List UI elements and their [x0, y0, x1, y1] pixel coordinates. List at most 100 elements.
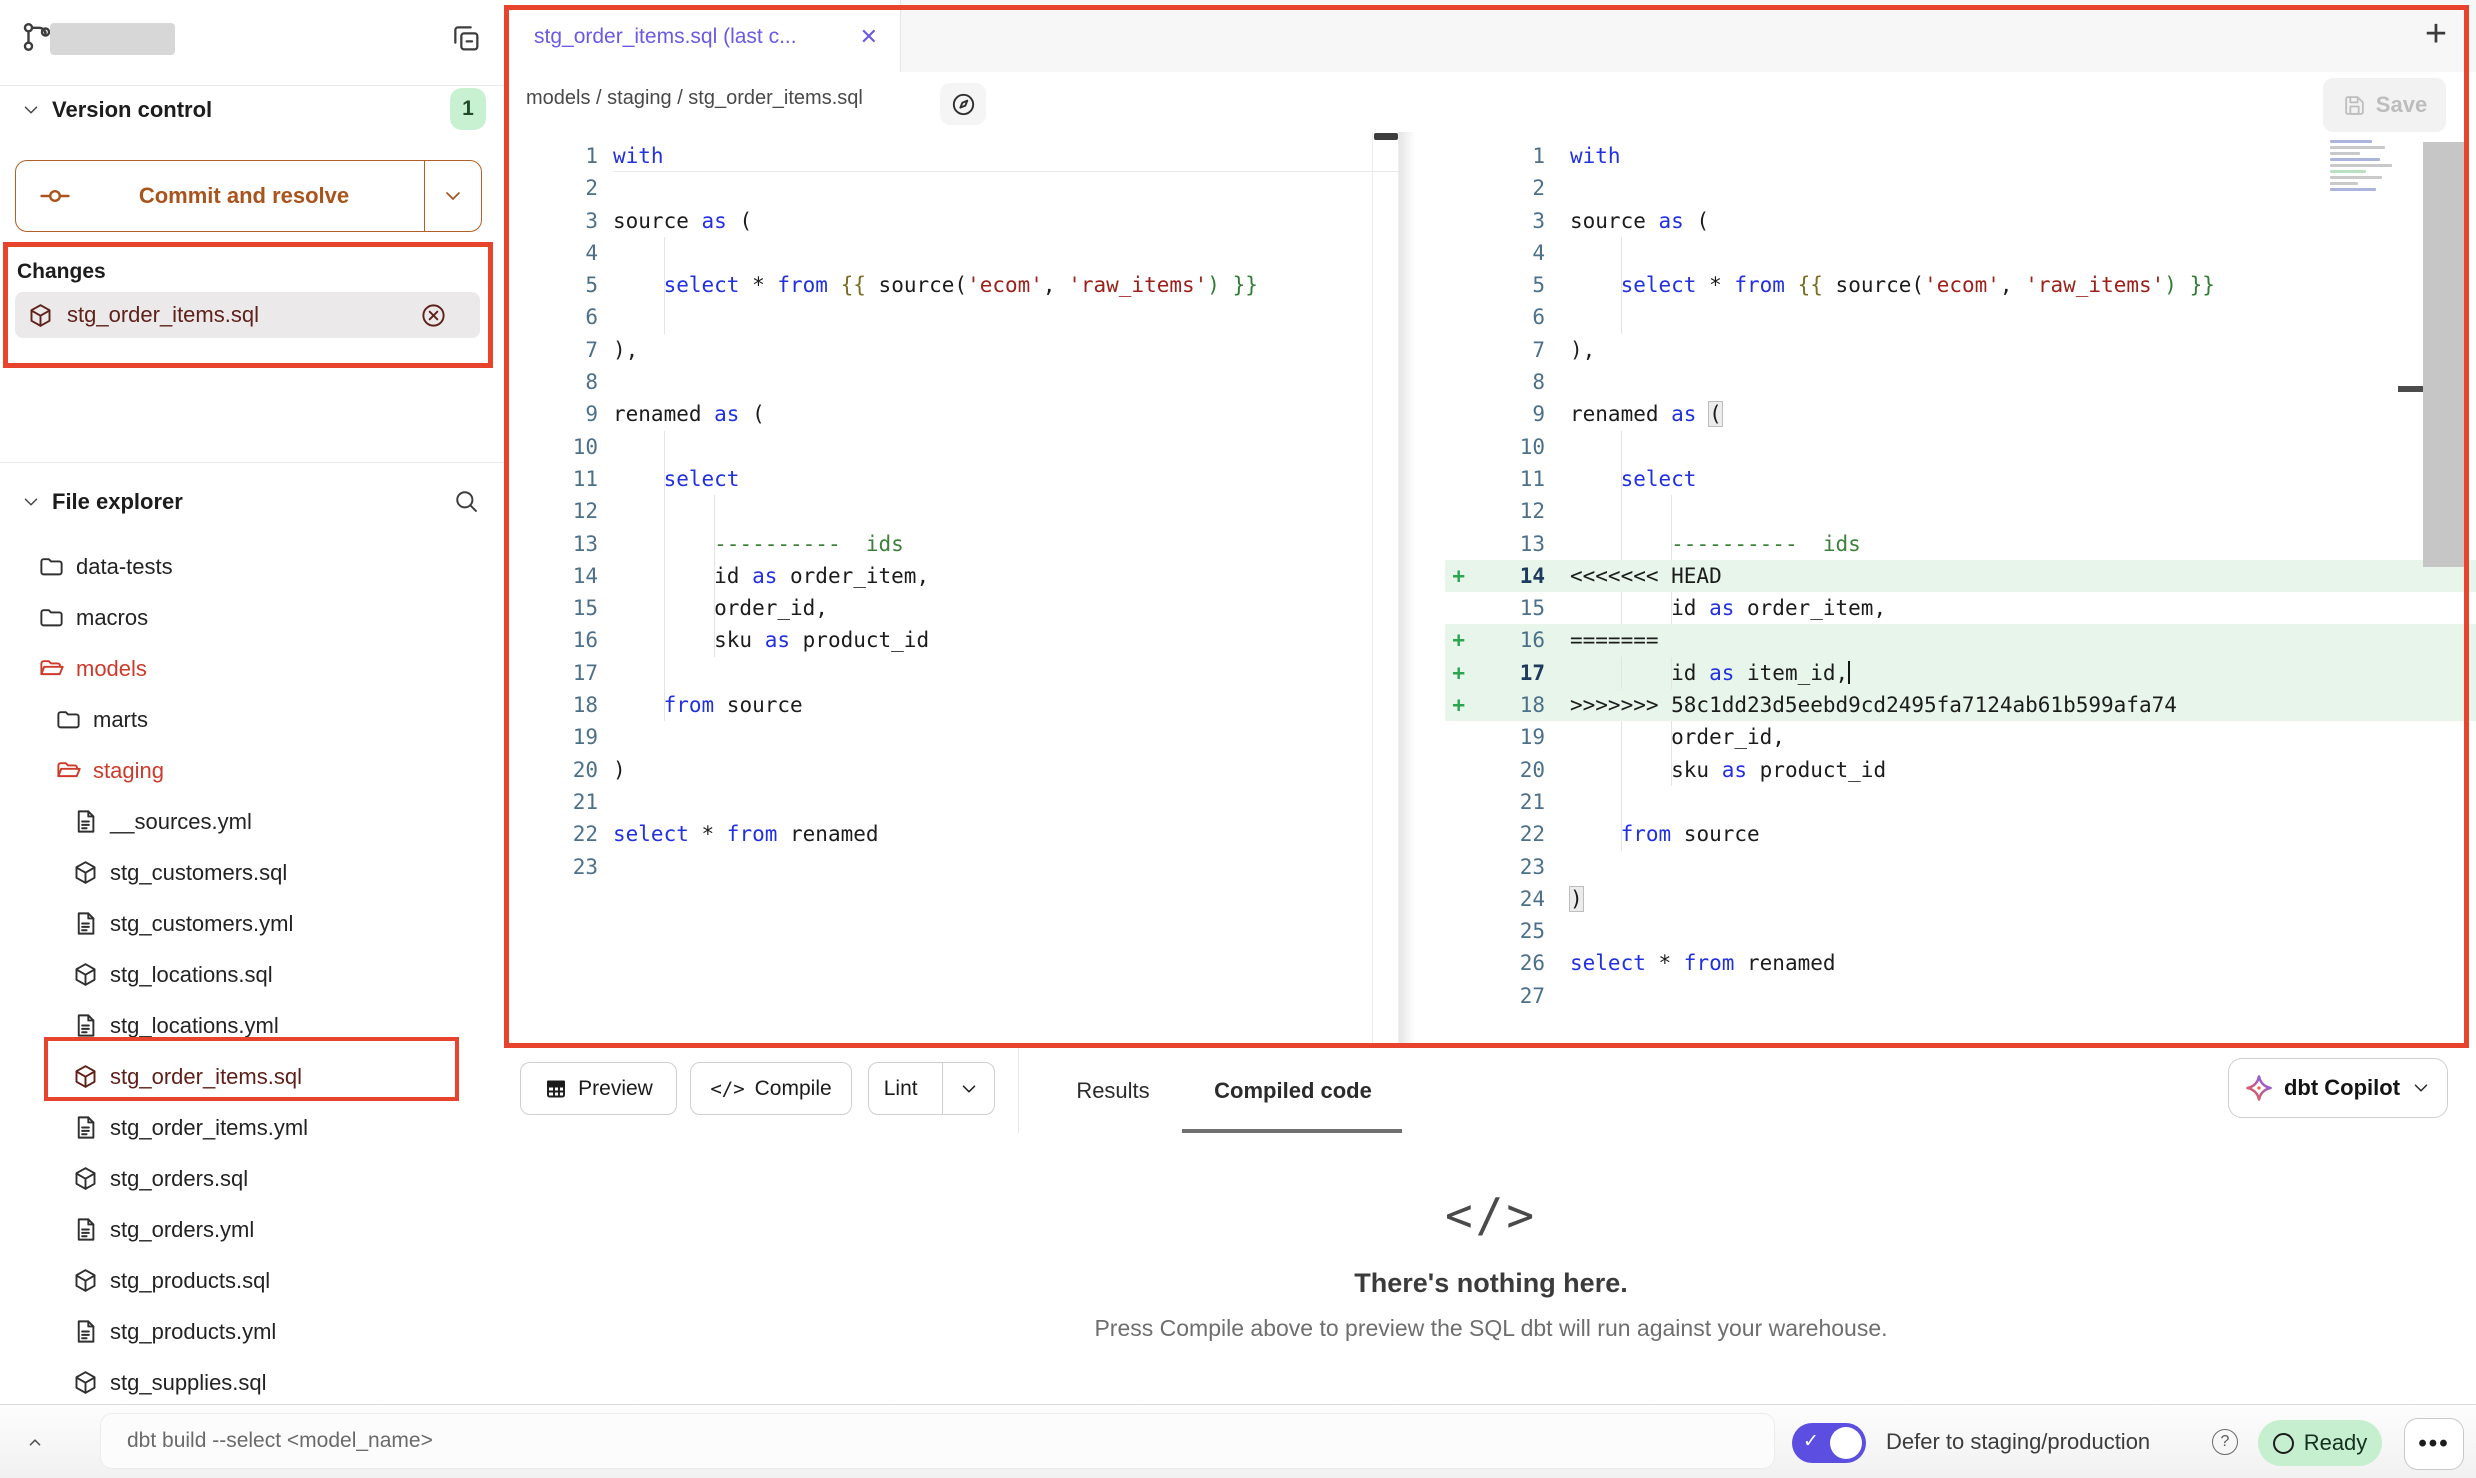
- scrollbar-thumb[interactable]: [2398, 386, 2423, 392]
- file-tree-item-stg_orders.yml[interactable]: stg_orders.yml: [0, 1204, 506, 1255]
- more-options-button[interactable]: •••: [2404, 1418, 2464, 1470]
- indent-guide: [664, 657, 665, 689]
- status-label: Ready: [2304, 1430, 2368, 1456]
- model-icon: [72, 859, 99, 886]
- minimap-slider[interactable]: [2423, 142, 2468, 567]
- tab-stg-order-items[interactable]: stg_order_items.sql (last c... ✕: [506, 0, 901, 73]
- code-line-2: 2: [506, 172, 1398, 204]
- line-number: 13: [1465, 528, 1545, 560]
- code-line-22: 22 from source: [1399, 818, 2476, 850]
- dbt-command-input[interactable]: dbt build --select <model_name>: [100, 1413, 1775, 1469]
- copy-files-icon[interactable]: [450, 22, 482, 54]
- editor-pane-original[interactable]: 1with23source as (45 select * from {{ so…: [506, 132, 1399, 1048]
- diff-add-marker: +: [1399, 624, 1465, 656]
- compile-button[interactable]: </> Compile: [690, 1062, 852, 1115]
- code-line-14: +14<<<<<<< HEAD: [1399, 560, 2476, 592]
- file-tree-item-stg_products.yml[interactable]: stg_products.yml: [0, 1306, 506, 1357]
- indent-guide: [1671, 592, 1672, 624]
- preview-button[interactable]: Preview: [520, 1062, 677, 1115]
- code-line-19: 19: [506, 721, 1398, 753]
- lineage-button[interactable]: [940, 83, 986, 125]
- changes-section-label: Changes: [17, 260, 106, 284]
- file-tree-item-models[interactable]: models: [0, 643, 506, 694]
- file-tree-item-stg_locations.yml[interactable]: stg_locations.yml: [0, 1000, 506, 1051]
- indent-guide: [1671, 528, 1672, 560]
- file-tree-item-__sources.yml[interactable]: __sources.yml: [0, 796, 506, 847]
- status-circle-icon: [2273, 1433, 2294, 1454]
- line-number: 17: [1465, 657, 1545, 689]
- commit-and-resolve-button[interactable]: Commit and resolve: [15, 160, 482, 232]
- file-tree-item-stg_customers.sql[interactable]: stg_customers.sql: [0, 847, 506, 898]
- line-number: 22: [506, 818, 598, 850]
- new-tab-button[interactable]: +: [2414, 10, 2458, 58]
- close-tab-icon[interactable]: ✕: [860, 24, 878, 50]
- editor-actionbar: Preview </> Compile Lint Results Compile…: [506, 1048, 2476, 1134]
- connection-status-badge[interactable]: Ready: [2258, 1420, 2382, 1466]
- code-line-7: 7),: [1399, 334, 2476, 366]
- git-branch-icon[interactable]: [20, 20, 54, 54]
- model-cube-icon: [27, 302, 54, 329]
- file-tree-item-stg_supplies.sql[interactable]: stg_supplies.sql: [0, 1357, 506, 1404]
- file-tree-item-stg_products.sql[interactable]: stg_products.sql: [0, 1255, 506, 1306]
- defer-toggle[interactable]: ✓: [1792, 1423, 1866, 1463]
- code-line-20: 20): [506, 754, 1398, 786]
- file-tree-item-macros[interactable]: macros: [0, 592, 506, 643]
- indent-guide: [1671, 495, 1672, 527]
- version-control-header[interactable]: Version control 1: [0, 90, 506, 130]
- changed-file-row[interactable]: stg_order_items.sql: [15, 292, 480, 338]
- scrollbar-thumb[interactable]: [1374, 133, 1398, 140]
- search-icon[interactable]: [452, 487, 480, 515]
- indent-guide: [664, 592, 665, 624]
- file-tree-item-staging[interactable]: staging: [0, 745, 506, 796]
- line-number: 2: [1465, 172, 1545, 204]
- lint-options-dropdown[interactable]: [942, 1063, 994, 1114]
- commit-button-label: Commit and resolve: [72, 183, 416, 209]
- code-line-27: 27: [1399, 980, 2476, 1012]
- command-bar: dbt build --select <model_name> ✓ Defer …: [0, 1404, 2476, 1478]
- line-number: 23: [1465, 851, 1545, 883]
- indent-guide: [1621, 528, 1622, 560]
- file-tree-item-stg_order_items.yml[interactable]: stg_order_items.yml: [0, 1102, 506, 1153]
- minimap[interactable]: [2330, 140, 2402, 198]
- line-number: 11: [506, 463, 598, 495]
- line-number: 16: [506, 624, 598, 656]
- line-number: 16: [1465, 624, 1545, 656]
- file-name: stg_locations.sql: [110, 962, 273, 988]
- diff-add-marker: [1399, 463, 1465, 495]
- empty-state-title: There's nothing here.: [506, 1268, 2476, 1299]
- line-number: 8: [1465, 366, 1545, 398]
- file-tree-item-stg_customers.yml[interactable]: stg_customers.yml: [0, 898, 506, 949]
- file-tree-item-stg_order_items.sql[interactable]: stg_order_items.sql: [0, 1051, 506, 1102]
- code-line-6: 6: [506, 301, 1398, 333]
- folder-open-icon: [38, 655, 65, 682]
- main-area: stg_order_items.sql (last c... ✕ + model…: [506, 0, 2476, 1404]
- commit-options-dropdown[interactable]: [424, 161, 481, 231]
- tab-compiled-code[interactable]: Compiled code: [1211, 1048, 1375, 1133]
- tab-results[interactable]: Results: [1073, 1048, 1153, 1133]
- file-tree-item-stg_orders.sql[interactable]: stg_orders.sql: [0, 1153, 506, 1204]
- dbt-copilot-button[interactable]: dbt Copilot: [2228, 1058, 2448, 1118]
- code-line-9: 9renamed as (: [1399, 398, 2476, 430]
- code-line-24: 24): [1399, 883, 2476, 915]
- indent-guide: [664, 431, 665, 463]
- lint-label: Lint: [869, 1077, 932, 1101]
- line-number: 10: [1465, 431, 1545, 463]
- folder-icon: [38, 553, 65, 580]
- line-number: 6: [1465, 301, 1545, 333]
- editor-pane-merged[interactable]: 1with23source as (45 select * from {{ so…: [1399, 132, 2476, 1048]
- model-icon: [72, 961, 99, 988]
- chevron-down-icon: [20, 491, 42, 513]
- changed-file-name: stg_order_items.sql: [67, 302, 259, 328]
- discard-change-icon[interactable]: [420, 302, 447, 329]
- save-button[interactable]: Save: [2323, 78, 2446, 132]
- file-explorer-header[interactable]: File explorer: [0, 482, 506, 522]
- indent-guide: [664, 463, 665, 495]
- file-tree-item-data-tests[interactable]: data-tests: [0, 541, 506, 592]
- file-tree-item-stg_locations.sql[interactable]: stg_locations.sql: [0, 949, 506, 1000]
- lineage-compass-icon: [950, 91, 977, 118]
- line-number: 20: [506, 754, 598, 786]
- chevron-up-icon[interactable]: [22, 1431, 48, 1453]
- help-icon[interactable]: ?: [2212, 1429, 2238, 1455]
- file-tree-item-marts[interactable]: marts: [0, 694, 506, 745]
- lint-button[interactable]: Lint: [868, 1062, 995, 1115]
